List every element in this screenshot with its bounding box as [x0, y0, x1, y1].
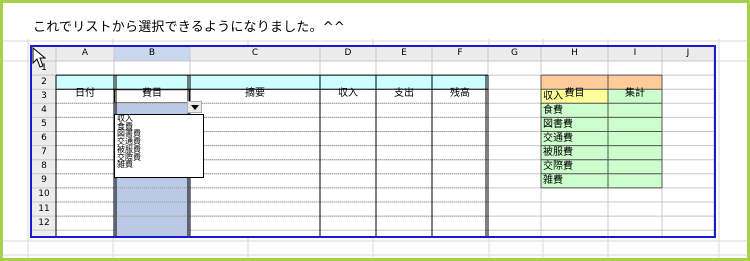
category-dropdown-list[interactable]: 収入 食費 図書費 交通費 被服費 交際費 雑費 [114, 114, 204, 178]
row-header-11[interactable]: 11 [32, 203, 56, 216]
row-header-2[interactable]: 2 [32, 76, 56, 89]
row-header-4[interactable]: 4 [32, 104, 56, 117]
summary-category: 収入 [543, 90, 563, 102]
column-header-e[interactable]: E [376, 47, 432, 60]
row-header-3[interactable]: 3 [32, 90, 56, 103]
column-header-f[interactable]: F [432, 47, 488, 60]
summary-category: 被服費 [543, 147, 573, 159]
column-header-a[interactable]: A [56, 47, 114, 60]
header-category: 費目 [142, 88, 162, 99]
summary-category: 交通費 [543, 133, 573, 144]
row-header-7[interactable]: 7 [32, 146, 56, 159]
header-income: 収入 [338, 88, 358, 99]
header-summary: 摘要 [245, 88, 265, 99]
column-header-g[interactable]: G [488, 47, 541, 60]
column-header-d[interactable]: D [320, 47, 376, 60]
header-date: 日付 [75, 88, 95, 99]
header-balance: 残高 [450, 88, 470, 99]
summary-category: 食費 [543, 104, 563, 116]
dropdown-option[interactable]: 雑費 [115, 161, 203, 169]
summary-category: 図書費 [543, 118, 573, 130]
column-header-b[interactable]: B [114, 47, 190, 60]
row-header-8[interactable]: 8 [32, 160, 56, 173]
page-frame: これでリストから選択できるようになりました。^^ ABCDEFGHIJ 12 34… [0, 0, 750, 261]
dropdown-arrow-button[interactable] [187, 101, 202, 113]
page-headline: これでリストから選択できるようになりました。^^ [33, 20, 345, 35]
row-header-12[interactable]: 12 [32, 217, 56, 230]
spreadsheet[interactable]: ABCDEFGHIJ 1 2 3 4 5 6 7 8 9 10 11 12 日付 費目 摘要 収入 支… [30, 45, 716, 238]
row-header-10[interactable]: 10 [32, 188, 56, 201]
row-header-5[interactable]: 5 [32, 118, 56, 131]
summary-category: 雑費 [543, 175, 563, 187]
column-header-c[interactable]: C [190, 47, 320, 60]
header-expense: 支出 [394, 88, 414, 99]
column-header-h[interactable]: H [541, 47, 608, 60]
mouse-cursor-icon [32, 47, 46, 68]
summary-header-total: 集計 [625, 88, 645, 99]
column-header-i[interactable]: I [608, 47, 662, 60]
column-header-j[interactable]: J [662, 47, 714, 60]
row-header-6[interactable]: 6 [32, 132, 56, 145]
summary-category: 交際費 [543, 161, 573, 173]
row-header-9[interactable]: 9 [32, 174, 56, 187]
